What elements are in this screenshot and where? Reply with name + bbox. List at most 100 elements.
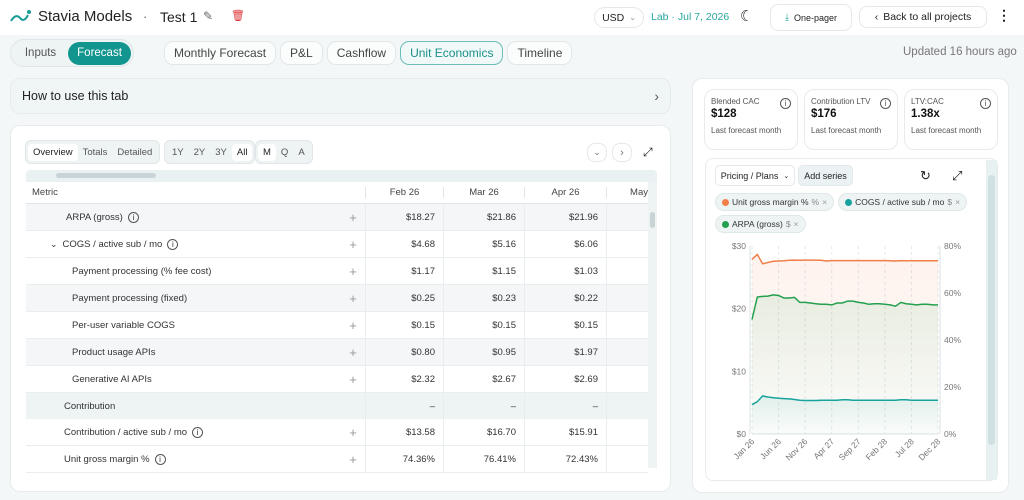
x-tick-label: Nov 26: [783, 436, 809, 462]
cell-apr-26: $15.91: [524, 419, 606, 445]
scrollbar-thumb[interactable]: [56, 173, 156, 178]
info-icon[interactable]: i: [167, 238, 179, 250]
cell-mar-26: 76.41%: [443, 446, 524, 472]
series-group-select[interactable]: Pricing / Plans ⌄: [715, 165, 795, 186]
info-icon[interactable]: i: [127, 211, 139, 223]
range-3y[interactable]: 3Y: [210, 144, 232, 161]
mode-inputs[interactable]: Inputs: [13, 47, 68, 59]
chart-scrollbar[interactable]: [986, 160, 997, 480]
add-series-button[interactable]: Add series: [798, 165, 853, 186]
row-label: Per-user variable COGS: [72, 319, 175, 331]
cell-apr-26: $0.15: [524, 312, 606, 338]
series-unit: $: [785, 219, 791, 229]
updated-text: Updated 16 hours ago: [903, 46, 1017, 58]
view-detailed[interactable]: Detailed: [112, 144, 157, 161]
scrollbar-thumb[interactable]: [650, 212, 655, 228]
col-apr-26: Apr 26: [524, 187, 606, 198]
cell-apr-26: $1.97: [524, 339, 606, 365]
info-icon[interactable]: i: [780, 98, 791, 109]
tab-timeline[interactable]: Timeline: [507, 41, 573, 65]
kpi-label: Contribution LTV: [811, 97, 871, 106]
chevron-down-icon: ⌄: [629, 13, 636, 22]
add-icon[interactable]: +: [341, 425, 365, 440]
series-chip[interactable]: Unit gross margin %% ×: [715, 193, 835, 211]
how-to-use-panel[interactable]: How to use this tab ›: [10, 78, 671, 114]
cell-may: [606, 419, 648, 445]
one-pager-label: One-pager: [793, 12, 837, 23]
expand-icon[interactable]: ⤢: [952, 168, 962, 184]
add-icon[interactable]: +: [341, 372, 365, 387]
info-icon[interactable]: i: [980, 98, 991, 109]
back-label: Back to all projects: [883, 11, 972, 23]
add-icon[interactable]: +: [341, 318, 365, 333]
series-chip[interactable]: ARPA (gross) $ ×: [715, 215, 806, 233]
table-row[interactable]: Product usage APIs + $0.80 $0.95 $1.97: [26, 339, 648, 366]
table-row[interactable]: Payment processing (% fee cost) + $1.17 …: [26, 258, 648, 285]
period-m[interactable]: M: [258, 143, 276, 161]
add-icon[interactable]: +: [341, 210, 365, 225]
horizontal-scrollbar[interactable]: [26, 170, 657, 182]
tab-pl[interactable]: P&L: [280, 41, 323, 65]
add-icon[interactable]: +: [341, 345, 365, 360]
currency-select[interactable]: USD ⌄: [594, 7, 644, 28]
range-all[interactable]: All: [231, 143, 253, 161]
series-chips: Unit gross margin %% × COGS / active sub /…: [715, 193, 980, 233]
edit-icon[interactable]: ✎: [203, 9, 213, 23]
table-row[interactable]: Unit gross margin % i + 74.36% 76.41% 72.…: [26, 446, 648, 473]
tab-cashflow[interactable]: Cashflow: [326, 41, 397, 65]
view-overview[interactable]: Overview: [28, 143, 78, 161]
table-row[interactable]: ⌄ COGS / active sub / mo i + $4.68 $5.16 $…: [26, 231, 648, 258]
collapse-button[interactable]: ⌄: [587, 143, 607, 162]
kpi-card: i LTV:CAC 1.38x Last forecast month: [904, 89, 998, 150]
dark-mode-icon[interactable]: ☾: [740, 7, 753, 25]
range-2y[interactable]: 2Y: [189, 144, 211, 161]
back-button[interactable]: ‹ Back to all projects: [859, 6, 987, 28]
col-may: May: [606, 187, 648, 198]
x-tick-label: Jun 26: [758, 436, 783, 461]
table-row[interactable]: Contribution / active sub / mo i + $13.58…: [26, 419, 648, 446]
table-row[interactable]: Per-user variable COGS + $0.15 $0.15 $0.…: [26, 312, 648, 339]
period-a[interactable]: A: [293, 144, 309, 161]
cell-feb-26: 74.36%: [365, 446, 443, 472]
tab-monthly-forecast[interactable]: Monthly Forecast: [164, 41, 277, 65]
add-icon[interactable]: +: [341, 237, 365, 252]
view-totals[interactable]: Totals: [78, 144, 113, 161]
table-row[interactable]: Contribution – – –: [26, 393, 648, 420]
info-icon[interactable]: i: [154, 453, 166, 465]
range-1y[interactable]: 1Y: [167, 144, 189, 161]
kpi-label: LTV:CAC: [911, 97, 944, 106]
series-color-dot: [722, 220, 729, 228]
add-icon[interactable]: +: [341, 291, 365, 306]
cell-mar-26: $16.70: [443, 419, 524, 445]
add-icon[interactable]: +: [341, 264, 365, 279]
mode-forecast[interactable]: Forecast: [68, 41, 131, 65]
one-pager-button[interactable]: ⤓ One-pager: [770, 4, 852, 31]
info-icon[interactable]: i: [192, 426, 204, 438]
remove-icon[interactable]: ×: [955, 197, 960, 207]
cell-feb-26: $4.68: [365, 231, 443, 257]
expand-icon[interactable]: ⤢: [643, 145, 653, 160]
add-icon[interactable]: +: [341, 452, 365, 467]
cell-may: [606, 258, 648, 284]
series-name: Unit gross margin %: [732, 197, 809, 207]
more-icon[interactable]: ⋮: [997, 7, 1011, 24]
vertical-scrollbar[interactable]: [648, 182, 657, 468]
series-chip[interactable]: COGS / active sub / mo $ ×: [838, 193, 968, 211]
table-row[interactable]: Payment processing (fixed) + $0.25 $0.23…: [26, 285, 648, 312]
reset-icon[interactable]: ↻: [920, 168, 931, 184]
series-color-dot: [722, 198, 729, 206]
scrollbar-thumb[interactable]: [988, 175, 995, 445]
next-button[interactable]: ›: [612, 143, 632, 162]
kpi-sub: Last forecast month: [811, 126, 882, 135]
series-color-dot: [845, 198, 853, 206]
delete-icon[interactable]: 🗑: [231, 9, 245, 22]
tab-unit-economics[interactable]: Unit Economics: [400, 41, 504, 65]
period-q[interactable]: Q: [276, 144, 293, 161]
chevron-down-icon[interactable]: ⌄: [50, 239, 58, 250]
remove-icon[interactable]: ×: [794, 219, 799, 229]
remove-icon[interactable]: ×: [822, 197, 827, 207]
info-icon[interactable]: i: [880, 98, 891, 109]
table-row[interactable]: ARPA (gross) i + $18.27 $21.86 $21.96: [26, 204, 648, 231]
table-row[interactable]: Generative AI APIs + $2.32 $2.67 $2.69: [26, 366, 648, 393]
cell-mar-26: $0.95: [443, 339, 524, 365]
